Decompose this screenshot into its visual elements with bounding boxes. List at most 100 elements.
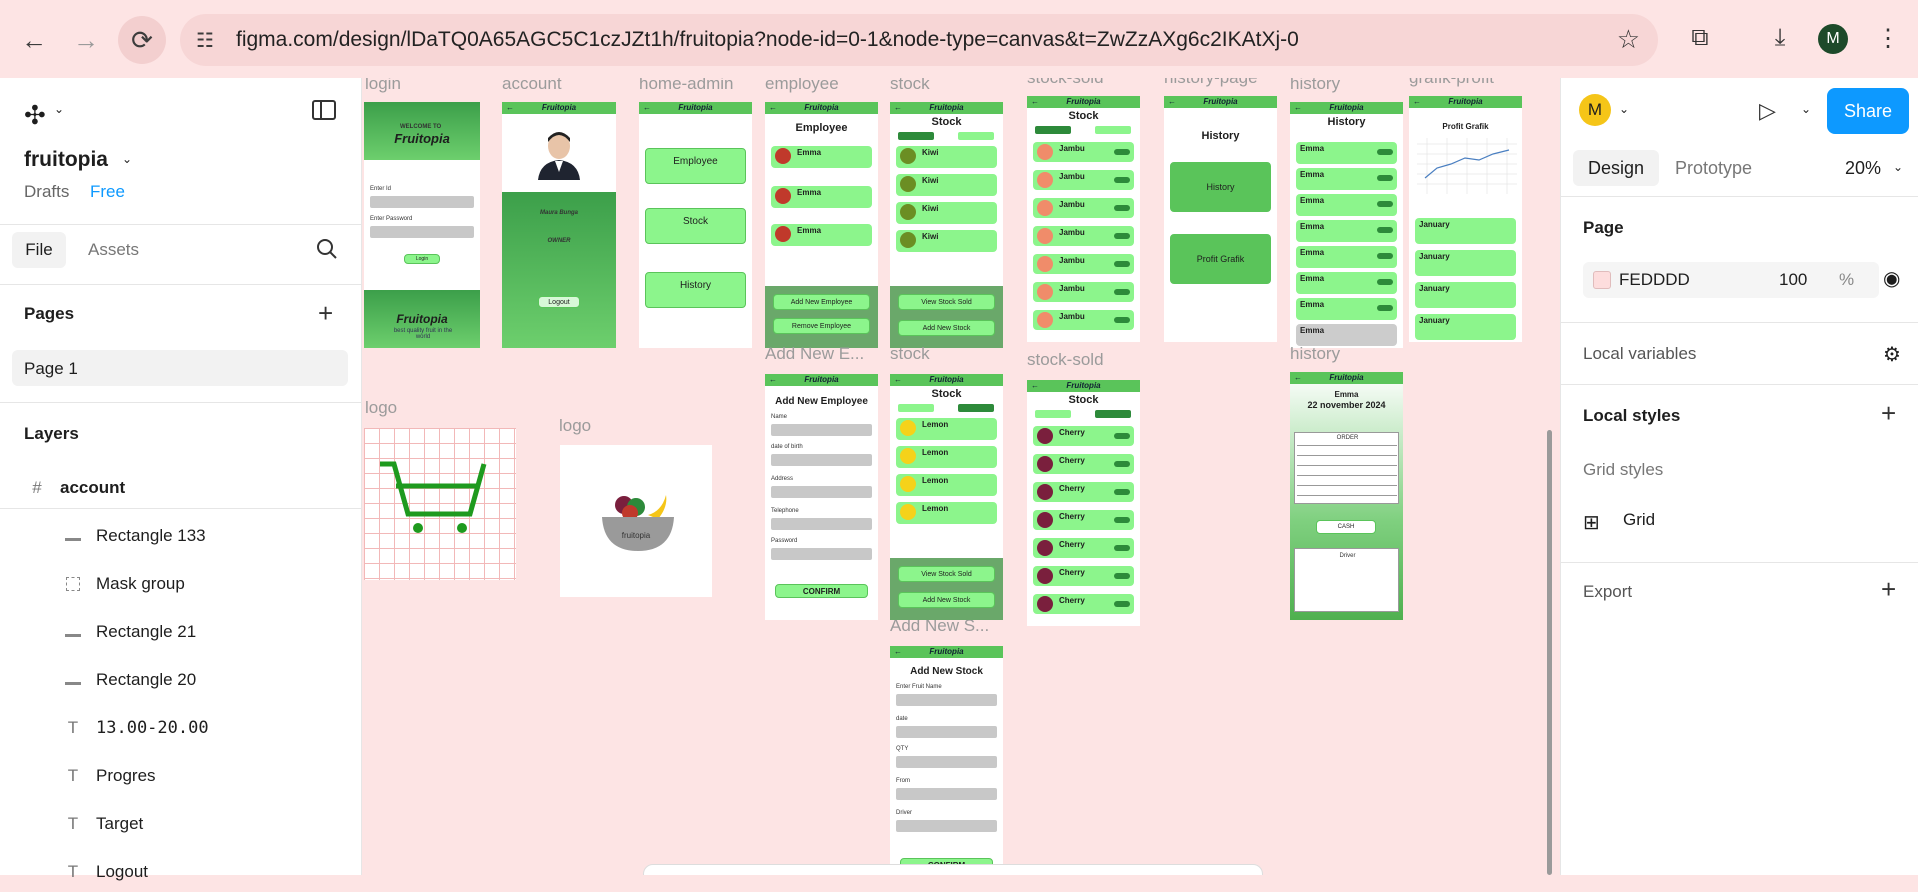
frame-label[interactable]: employee bbox=[765, 78, 839, 94]
layer-rectangle-133[interactable]: Rectangle 133 bbox=[0, 516, 362, 556]
stock-sold-item[interactable]: Jambu bbox=[1033, 226, 1134, 246]
stock-filter-tab[interactable] bbox=[1095, 126, 1131, 134]
add-employee-button[interactable]: Add New Employee bbox=[773, 294, 870, 310]
color-swatch[interactable] bbox=[1593, 271, 1611, 289]
frame-label[interactable]: history-page bbox=[1164, 78, 1258, 88]
project-menu-chevron-icon[interactable]: ⌄ bbox=[122, 152, 132, 166]
project-location[interactable]: Drafts bbox=[24, 182, 69, 202]
profit-grafik-button[interactable]: Profit Grafik bbox=[1170, 234, 1271, 284]
export-heading[interactable]: Export bbox=[1583, 582, 1632, 602]
stock-filter-tab[interactable] bbox=[958, 132, 994, 140]
name-field[interactable] bbox=[771, 424, 872, 436]
frame-add-new-stock[interactable]: Fruitopia Add New Stock Enter Fruit Name… bbox=[890, 646, 1003, 875]
view-stock-sold-button[interactable]: View Stock Sold bbox=[898, 294, 995, 310]
page-background-fill[interactable]: FEDDDD 100 % bbox=[1583, 262, 1879, 298]
stock-sold-item[interactable]: Cherry bbox=[1033, 454, 1134, 474]
history-row[interactable]: Emma bbox=[1296, 142, 1397, 164]
page-opacity[interactable]: 100 bbox=[1779, 270, 1807, 290]
stock-filter-tab[interactable] bbox=[898, 132, 934, 140]
stock-item[interactable]: Lemon bbox=[896, 418, 997, 440]
frame-label[interactable]: history bbox=[1290, 78, 1340, 94]
canvas-toolbar[interactable] bbox=[643, 864, 1263, 875]
frame-label[interactable]: history bbox=[1290, 344, 1340, 364]
tab-prototype[interactable]: Prototype bbox=[1675, 158, 1752, 179]
frame-label[interactable]: stock-sold bbox=[1027, 78, 1104, 88]
stock-sold-item[interactable]: Jambu bbox=[1033, 198, 1134, 218]
history-row[interactable]: Emma bbox=[1296, 298, 1397, 320]
history-row[interactable]: Emma bbox=[1296, 272, 1397, 294]
telephone-field[interactable] bbox=[771, 518, 872, 530]
extensions-icon[interactable]: ⧉ bbox=[1682, 20, 1718, 56]
password-field[interactable] bbox=[771, 548, 872, 560]
layer-rectangle-21[interactable]: Rectangle 21 bbox=[0, 612, 362, 652]
user-avatar[interactable]: M bbox=[1579, 94, 1611, 126]
stock-filter-tab[interactable] bbox=[958, 404, 994, 412]
home-history-button[interactable]: History bbox=[645, 272, 746, 308]
layer-rectangle-20[interactable]: Rectangle 20 bbox=[0, 660, 362, 700]
frame-history-page[interactable]: Fruitopia History History Profit Grafik bbox=[1164, 96, 1277, 342]
frame-label[interactable]: home-admin bbox=[639, 78, 734, 94]
frame-history[interactable]: Fruitopia History Emma Emma Emma Emma Em… bbox=[1290, 102, 1403, 348]
frame-logo-bowl[interactable]: fruitopia bbox=[560, 445, 712, 597]
frame-account[interactable]: Fruitopia Maura Bunga OWNER Logout bbox=[502, 102, 616, 348]
profit-month-row[interactable]: January bbox=[1415, 218, 1516, 244]
zoom-chevron-icon[interactable]: ⌄ bbox=[1893, 160, 1903, 174]
project-name[interactable]: fruitopia bbox=[24, 148, 108, 172]
site-settings-icon[interactable]: ☷ bbox=[196, 28, 214, 53]
bookmark-star-icon[interactable]: ☆ bbox=[1617, 24, 1640, 55]
frame-label[interactable]: logo bbox=[559, 416, 591, 436]
stock-sold-item[interactable]: Cherry bbox=[1033, 426, 1134, 446]
frame-home-admin[interactable]: Fruitopia Employee Stock History bbox=[639, 102, 752, 348]
stock-sold-item[interactable]: Jambu bbox=[1033, 142, 1134, 162]
stock-item[interactable]: Kiwi bbox=[896, 174, 997, 196]
stock-sold-item[interactable]: Cherry bbox=[1033, 482, 1134, 502]
grid-style-item[interactable]: Grid bbox=[1623, 510, 1655, 530]
tab-file[interactable]: File bbox=[12, 232, 66, 268]
history-row[interactable]: Emma bbox=[1296, 246, 1397, 268]
frame-stock-sold-cherry[interactable]: Fruitopia Stock Cherry Cherry Cherry Che… bbox=[1027, 380, 1140, 626]
frame-label[interactable]: Add New E... bbox=[765, 344, 864, 364]
frame-stock-sold[interactable]: Fruitopia Stock Jambu Jambu Jambu Jambu … bbox=[1027, 96, 1140, 342]
date-field[interactable] bbox=[896, 726, 997, 738]
stock-sold-item[interactable]: Jambu bbox=[1033, 310, 1134, 330]
canvas-vertical-scrollbar[interactable] bbox=[1547, 430, 1552, 875]
search-icon[interactable] bbox=[316, 238, 338, 260]
frame-login[interactable]: WELCOME TO Fruitopia Enter Id Enter Pass… bbox=[364, 102, 480, 348]
history-row[interactable]: Emma bbox=[1296, 220, 1397, 242]
forward-icon[interactable]: → bbox=[66, 20, 106, 60]
add-page-icon[interactable]: + bbox=[318, 300, 333, 326]
chevron-down-icon[interactable]: ⌄ bbox=[1619, 102, 1629, 116]
frame-label[interactable]: stock bbox=[890, 344, 930, 364]
local-variables-heading[interactable]: Local variables bbox=[1583, 344, 1696, 364]
address-field[interactable] bbox=[771, 486, 872, 498]
toggle-sidebar-icon[interactable] bbox=[312, 100, 336, 120]
profit-month-row[interactable]: January bbox=[1415, 314, 1516, 340]
employee-row[interactable]: Emma bbox=[771, 186, 872, 208]
layer-target[interactable]: T Target bbox=[0, 804, 362, 844]
figma-logo-icon[interactable]: ✣ bbox=[24, 100, 46, 131]
fruit-name-field[interactable] bbox=[896, 694, 997, 706]
chevron-down-icon[interactable]: ⌄ bbox=[54, 102, 64, 116]
from-field[interactable] bbox=[896, 788, 997, 800]
layer-progres[interactable]: T Progres bbox=[0, 756, 362, 796]
home-stock-button[interactable]: Stock bbox=[645, 208, 746, 244]
employee-row[interactable]: Emma bbox=[771, 224, 872, 246]
stock-sold-item[interactable]: Cherry bbox=[1033, 566, 1134, 586]
design-canvas[interactable]: login account home-admin employee stock … bbox=[363, 78, 1560, 875]
profit-month-row[interactable]: January bbox=[1415, 282, 1516, 308]
frame-label[interactable]: login bbox=[365, 78, 401, 94]
add-export-icon[interactable]: + bbox=[1881, 576, 1896, 602]
password-field[interactable] bbox=[370, 226, 474, 238]
stock-sold-item[interactable]: Cherry bbox=[1033, 594, 1134, 614]
driver-field[interactable] bbox=[896, 820, 997, 832]
history-row[interactable]: Emma bbox=[1296, 324, 1397, 346]
add-new-stock-button[interactable]: Add New Stock bbox=[898, 320, 995, 336]
frame-label[interactable]: logo bbox=[365, 398, 397, 418]
confirm-employee-button[interactable]: CONFIRM bbox=[775, 584, 868, 598]
url-text[interactable]: figma.com/design/lDaTQ0A65AGC5C1czJZt1h/… bbox=[236, 28, 1299, 52]
plan-badge[interactable]: Free bbox=[90, 182, 125, 202]
add-new-stock-button[interactable]: Add New Stock bbox=[898, 592, 995, 608]
layer-time-text[interactable]: T 13.00-20.00 bbox=[0, 708, 362, 748]
frame-employee[interactable]: Fruitopia Employee Emma Emma Emma Add Ne… bbox=[765, 102, 878, 348]
add-style-icon[interactable]: + bbox=[1881, 400, 1896, 426]
